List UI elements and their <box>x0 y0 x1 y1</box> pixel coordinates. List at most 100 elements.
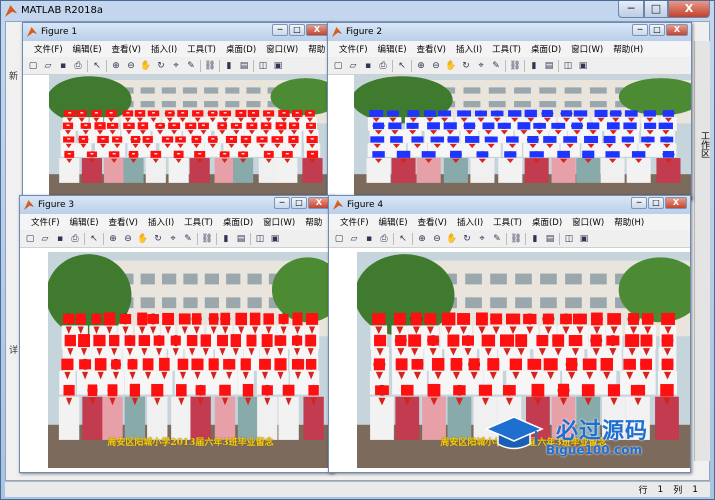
dock-icon[interactable]: ▣ <box>272 60 284 72</box>
figure-maximize-button[interactable]: □ <box>649 24 665 36</box>
menu-item[interactable]: 查看(V) <box>104 216 143 228</box>
menu-item[interactable]: 插入(I) <box>143 216 179 228</box>
menu-item[interactable]: 编辑(E) <box>374 216 413 228</box>
open-folder-icon[interactable]: ▱ <box>348 233 360 245</box>
figure-title-bar[interactable]: Figure 2 ─ □ X <box>328 23 691 41</box>
data-cursor-icon[interactable]: ⌖ <box>476 233 488 245</box>
rotate-icon[interactable]: ↻ <box>460 60 472 72</box>
figure-window-2[interactable]: Figure 2 ─ □ X 文件(F) 编辑(E) 查看(V) 插入(I) 工具(T) 桌面(D… <box>327 22 692 200</box>
menu-item[interactable]: 插入(I) <box>452 216 488 228</box>
brush-icon[interactable]: ✎ <box>185 60 197 72</box>
zoom-out-icon[interactable]: ⊖ <box>125 60 137 72</box>
pan-icon[interactable]: ✋ <box>446 233 458 245</box>
zoom-in-icon[interactable]: ⊕ <box>110 60 122 72</box>
pointer-icon[interactable]: ↖ <box>91 60 103 72</box>
legend-icon[interactable]: ▤ <box>238 60 250 72</box>
new-file-icon[interactable]: ▢ <box>332 60 344 72</box>
link-icon[interactable]: ⛓ <box>201 233 213 245</box>
dock-icon[interactable]: ▣ <box>269 233 281 245</box>
menu-item[interactable]: 工具(T) <box>179 216 218 228</box>
menu-item[interactable]: 工具(T) <box>182 43 221 55</box>
print-icon[interactable]: ⎙ <box>378 233 390 245</box>
menu-item[interactable]: 文件(F) <box>29 43 68 55</box>
new-file-icon[interactable]: ▢ <box>24 233 36 245</box>
menu-item[interactable]: 桌面(D) <box>526 43 566 55</box>
data-cursor-icon[interactable]: ⌖ <box>170 60 182 72</box>
new-file-icon[interactable]: ▢ <box>27 60 39 72</box>
rotate-icon[interactable]: ↻ <box>461 233 473 245</box>
pan-icon[interactable]: ✋ <box>445 60 457 72</box>
open-folder-icon[interactable]: ▱ <box>39 233 51 245</box>
legend-icon[interactable]: ▤ <box>544 233 556 245</box>
workspace-side-tab[interactable]: 工作区 <box>694 41 710 461</box>
pan-icon[interactable]: ✋ <box>140 60 152 72</box>
menu-item[interactable]: 窗口(W) <box>567 216 609 228</box>
hide-tools-icon[interactable]: ◫ <box>254 233 266 245</box>
minimize-button[interactable]: ─ <box>618 1 644 18</box>
legend-icon[interactable]: ▤ <box>543 60 555 72</box>
brush-icon[interactable]: ✎ <box>491 233 503 245</box>
legend-icon[interactable]: ▤ <box>235 233 247 245</box>
figure-minimize-button[interactable]: ─ <box>274 197 290 209</box>
figure-axes[interactable]: 周安区阳城小学2013届六年3班毕业留念 <box>20 248 333 472</box>
menu-item[interactable]: 窗口(W) <box>261 43 303 55</box>
menu-item[interactable]: 文件(F) <box>335 216 374 228</box>
figure-close-button[interactable]: X <box>306 24 328 36</box>
link-icon[interactable]: ⛓ <box>509 60 521 72</box>
print-icon[interactable]: ⎙ <box>69 233 81 245</box>
colorbar-icon[interactable]: ▮ <box>528 60 540 72</box>
save-icon[interactable]: ▪ <box>54 233 66 245</box>
menu-item[interactable]: 查看(V) <box>413 216 452 228</box>
figure-title-bar[interactable]: Figure 1 ─ □ X <box>23 23 331 41</box>
data-cursor-icon[interactable]: ⌖ <box>475 60 487 72</box>
figure-window-1[interactable]: Figure 1 ─ □ X 文件(F) 编辑(E) 查看(V) 插入(I) 工具(T) 桌面(D… <box>22 22 332 200</box>
figure-maximize-button[interactable]: □ <box>648 197 664 209</box>
figure-close-button[interactable]: X <box>666 24 688 36</box>
zoom-in-icon[interactable]: ⊕ <box>416 233 428 245</box>
brush-icon[interactable]: ✎ <box>490 60 502 72</box>
colorbar-icon[interactable]: ▮ <box>529 233 541 245</box>
print-icon[interactable]: ⎙ <box>72 60 84 72</box>
figure-minimize-button[interactable]: ─ <box>631 197 647 209</box>
print-icon[interactable]: ⎙ <box>377 60 389 72</box>
figure-close-button[interactable]: X <box>665 197 687 209</box>
menu-item[interactable]: 编辑(E) <box>373 43 412 55</box>
menu-item[interactable]: 编辑(E) <box>68 43 107 55</box>
colorbar-icon[interactable]: ▮ <box>220 233 232 245</box>
menu-item[interactable]: 查看(V) <box>107 43 146 55</box>
pointer-icon[interactable]: ↖ <box>397 233 409 245</box>
figure-window-3[interactable]: Figure 3 ─ □ X 文件(F) 编辑(E) 查看(V) 插入(I) 工具(T) 桌面(D… <box>19 195 334 473</box>
figure-axes[interactable] <box>328 75 691 199</box>
figure-close-button[interactable]: X <box>308 197 330 209</box>
menu-item[interactable]: 窗口(W) <box>258 216 300 228</box>
zoom-in-icon[interactable]: ⊕ <box>415 60 427 72</box>
figure-maximize-button[interactable]: □ <box>291 197 307 209</box>
brush-icon[interactable]: ✎ <box>182 233 194 245</box>
dock-icon[interactable]: ▣ <box>578 233 590 245</box>
zoom-out-icon[interactable]: ⊖ <box>430 60 442 72</box>
zoom-out-icon[interactable]: ⊖ <box>431 233 443 245</box>
menu-item[interactable]: 桌面(D) <box>527 216 567 228</box>
menu-item[interactable]: 帮助(H) <box>608 43 648 55</box>
open-folder-icon[interactable]: ▱ <box>42 60 54 72</box>
figure-maximize-button[interactable]: □ <box>289 24 305 36</box>
menu-item[interactable]: 文件(F) <box>26 216 65 228</box>
hide-tools-icon[interactable]: ◫ <box>257 60 269 72</box>
rotate-icon[interactable]: ↻ <box>155 60 167 72</box>
save-icon[interactable]: ▪ <box>363 233 375 245</box>
new-file-icon[interactable]: ▢ <box>333 233 345 245</box>
dock-icon[interactable]: ▣ <box>577 60 589 72</box>
zoom-in-icon[interactable]: ⊕ <box>107 233 119 245</box>
menu-item[interactable]: 插入(I) <box>451 43 487 55</box>
data-cursor-icon[interactable]: ⌖ <box>167 233 179 245</box>
hide-tools-icon[interactable]: ◫ <box>563 233 575 245</box>
open-folder-icon[interactable]: ▱ <box>347 60 359 72</box>
maximize-button[interactable]: □ <box>644 1 668 18</box>
zoom-out-icon[interactable]: ⊖ <box>122 233 134 245</box>
figure-title-bar[interactable]: Figure 4 ─ □ X <box>329 196 690 214</box>
menu-item[interactable]: 窗口(W) <box>566 43 608 55</box>
colorbar-icon[interactable]: ▮ <box>223 60 235 72</box>
link-icon[interactable]: ⛓ <box>204 60 216 72</box>
close-button[interactable]: X <box>668 1 710 18</box>
menu-item[interactable]: 桌面(D) <box>221 43 261 55</box>
